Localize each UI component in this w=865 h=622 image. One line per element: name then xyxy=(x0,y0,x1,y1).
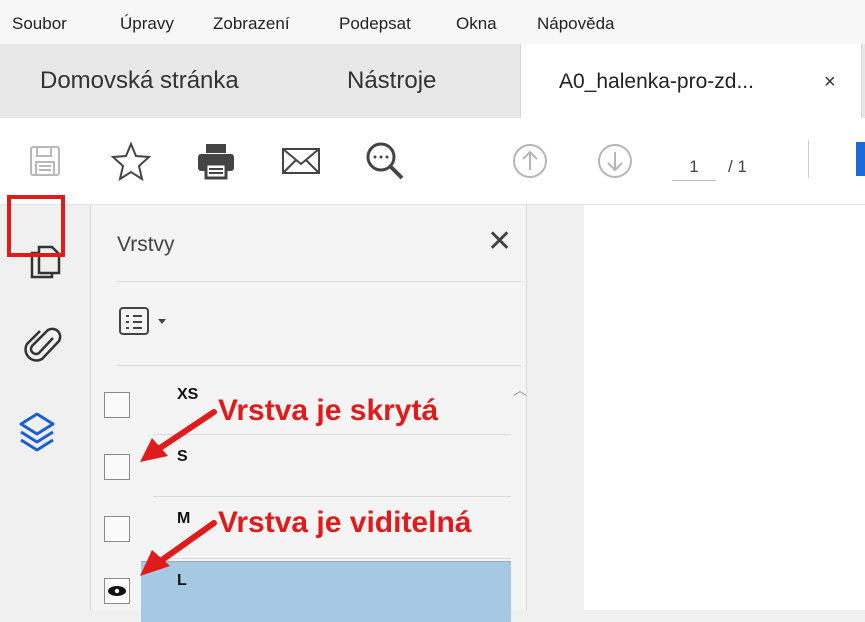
toolbar: 1 / 1 xyxy=(0,118,865,205)
sidebar-rail xyxy=(0,205,91,610)
layers-icon-highlight xyxy=(7,195,65,257)
tab-document[interactable]: A0_halenka-pro-zd... × xyxy=(520,44,862,120)
menu-upravy[interactable]: Úpravy xyxy=(120,14,174,34)
email-icon[interactable] xyxy=(278,138,324,184)
tab-home[interactable]: Domovská stránka xyxy=(40,44,239,118)
toolbar-blue-icon[interactable] xyxy=(856,142,865,176)
menu-bar: Soubor Úpravy Zobrazení Podepsat Okna Ná… xyxy=(0,0,865,44)
arrow-down-icon[interactable] xyxy=(592,138,638,184)
layer-name: S xyxy=(177,448,188,465)
print-icon[interactable] xyxy=(193,138,239,184)
layer-row-l[interactable]: L xyxy=(91,561,511,622)
options-menu-button[interactable] xyxy=(117,303,187,339)
selected-row-highlight xyxy=(141,561,511,622)
panel-close-button[interactable]: ✕ xyxy=(487,225,512,259)
menu-podepsat[interactable]: Podepsat xyxy=(339,14,411,34)
layer-name: XS xyxy=(177,386,199,403)
layer-visibility-checkbox[interactable] xyxy=(104,392,130,418)
menu-soubor[interactable]: Soubor xyxy=(12,14,67,34)
page-number-input[interactable]: 1 xyxy=(672,154,716,181)
annotation-visible-label: Vrstva je viditelná xyxy=(218,506,472,539)
tab-document-label: A0_halenka-pro-zd... xyxy=(559,70,754,93)
menu-napoveda[interactable]: Nápověda xyxy=(537,14,615,34)
toolbar-divider xyxy=(808,140,809,178)
layer-visibility-eye-checkbox[interactable] xyxy=(104,578,130,604)
eye-icon xyxy=(108,586,126,596)
layer-visibility-checkbox[interactable] xyxy=(104,516,130,542)
annotation-hidden-label: Vrstva je skrytá xyxy=(218,394,439,427)
document-view[interactable] xyxy=(584,205,865,610)
layers-icon[interactable] xyxy=(12,407,62,457)
search-icon[interactable] xyxy=(362,138,408,184)
star-icon[interactable] xyxy=(108,138,154,184)
layer-row-s[interactable]: S xyxy=(91,437,511,497)
layer-name: M xyxy=(177,510,191,527)
menu-okna[interactable]: Okna xyxy=(456,14,497,34)
arrow-up-icon[interactable] xyxy=(507,138,553,184)
paperclip-icon[interactable] xyxy=(20,320,70,370)
panel-divider xyxy=(117,281,521,282)
layer-visibility-checkbox[interactable] xyxy=(104,454,130,480)
scroll-up-icon[interactable]: ︿ xyxy=(513,383,527,397)
panel-title: Vrstvy xyxy=(117,233,175,256)
panel-divider xyxy=(117,365,521,366)
menu-zobrazeni[interactable]: Zobrazení xyxy=(213,14,290,34)
tab-close-button[interactable]: × xyxy=(824,70,836,94)
layer-name: L xyxy=(177,572,187,589)
tab-tools[interactable]: Nástroje xyxy=(347,44,436,118)
save-icon[interactable] xyxy=(22,138,68,184)
scrollbar[interactable]: ︿ xyxy=(511,375,527,610)
page-total: / 1 xyxy=(728,157,747,176)
